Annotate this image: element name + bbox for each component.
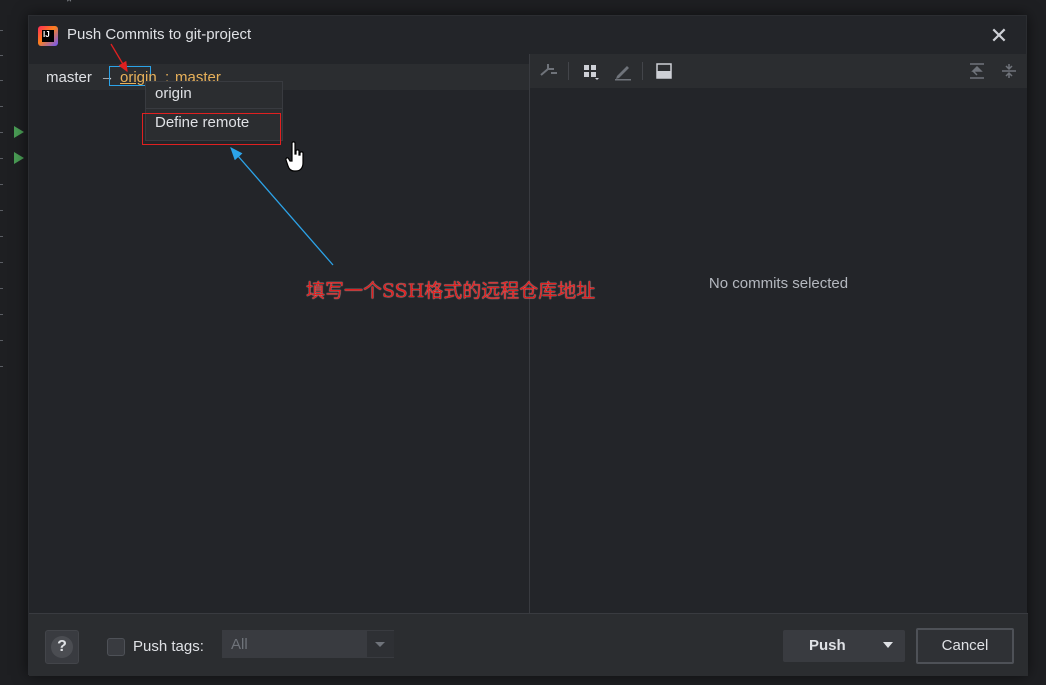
help-button[interactable]: ?	[45, 630, 79, 664]
expand-all-icon[interactable]	[967, 61, 987, 81]
tags-select-value: All	[231, 636, 248, 653]
push-commits-dialog: IJ Push Commits to git-project ✕ master …	[28, 15, 1028, 676]
preview-icon[interactable]	[654, 61, 674, 81]
cancel-button[interactable]: Cancel	[916, 628, 1014, 664]
push-options-dropdown-icon[interactable]	[883, 642, 893, 648]
commit-details-pane: No commits selected	[530, 54, 1027, 613]
close-icon: ✕	[989, 23, 1009, 48]
details-toolbar	[530, 54, 1027, 88]
tags-select[interactable]: All	[222, 630, 394, 658]
annotation-highlight-box	[142, 113, 281, 145]
group-by-icon[interactable]	[581, 61, 601, 81]
local-branch-label: master	[46, 69, 92, 86]
annotation-text: 填写一个SSH格式的远程仓库地址	[306, 280, 596, 302]
no-commits-message: No commits selected	[708, 275, 849, 292]
toolbar-separator	[568, 62, 569, 80]
commits-tree-pane: master → origin : master origin Define r…	[29, 54, 529, 613]
push-tags-label: Push tags:	[133, 638, 204, 655]
editor-gutter	[0, 0, 14, 685]
close-button[interactable]: ✕	[987, 25, 1011, 49]
run-icon[interactable]	[14, 126, 24, 138]
intellij-logo-icon: IJ	[38, 26, 58, 46]
editor-text-fragment: *	[66, 0, 73, 11]
push-button[interactable]: Push	[783, 630, 905, 662]
run-icon[interactable]	[14, 152, 24, 164]
collapse-all-icon[interactable]	[999, 61, 1019, 81]
popup-item-origin[interactable]: origin	[146, 82, 282, 108]
popup-separator	[146, 108, 282, 109]
push-button-label: Push	[809, 637, 846, 654]
edit-icon[interactable]	[613, 61, 633, 81]
help-icon: ?	[51, 636, 73, 658]
toolbar-separator	[642, 62, 643, 80]
push-tags-checkbox[interactable]	[107, 638, 125, 656]
dialog-title: Push Commits to git-project	[67, 26, 252, 43]
chevron-down-icon	[367, 631, 394, 657]
hand-cursor-icon	[285, 141, 304, 172]
cherry-pick-icon[interactable]	[539, 61, 559, 81]
dialog-titlebar: IJ Push Commits to git-project ✕	[29, 16, 1028, 54]
dialog-footer: ? Push tags: All Push Cancel	[29, 613, 1028, 676]
